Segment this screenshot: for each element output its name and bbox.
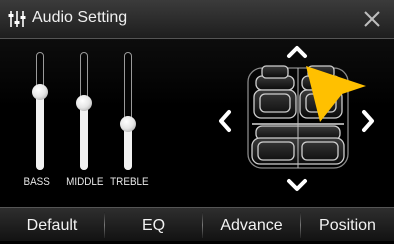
tab-position[interactable]: Position — [301, 208, 394, 241]
bass-slider[interactable] — [32, 52, 48, 170]
bottom-tab-bar: Default EQ Advance Position — [0, 207, 394, 241]
tab-default[interactable]: Default — [0, 208, 104, 241]
balance-up-button[interactable] — [284, 42, 310, 60]
balance-down-button[interactable] — [284, 177, 310, 195]
slider-fill — [36, 92, 44, 170]
slider-fill — [80, 102, 88, 170]
title-bar: Audio Setting — [0, 0, 394, 39]
audio-main-panel: BASS MIDDLE TREBLE — [0, 39, 394, 207]
close-button[interactable] — [350, 0, 394, 38]
middle-slider[interactable] — [76, 52, 92, 170]
tab-eq[interactable]: EQ — [105, 208, 202, 241]
treble-label: TREBLE — [110, 176, 149, 188]
slider-knob[interactable] — [32, 84, 48, 101]
treble-slider[interactable] — [120, 52, 136, 170]
chevron-down-icon — [287, 179, 307, 191]
front-left-seat-icon — [253, 65, 297, 119]
balance-left-button[interactable] — [214, 107, 236, 135]
equalizer-icon — [8, 10, 26, 28]
close-icon — [364, 11, 380, 27]
slider-knob[interactable] — [120, 115, 136, 132]
balance-indicator[interactable] — [300, 64, 372, 134]
page-title: Audio Setting — [32, 9, 128, 26]
chevron-up-icon — [287, 46, 307, 58]
tab-advance[interactable]: Advance — [203, 208, 300, 241]
slider-knob[interactable] — [76, 94, 92, 111]
middle-label: MIDDLE — [66, 176, 104, 188]
chevron-left-icon — [219, 110, 231, 132]
bass-label: BASS — [23, 176, 50, 188]
